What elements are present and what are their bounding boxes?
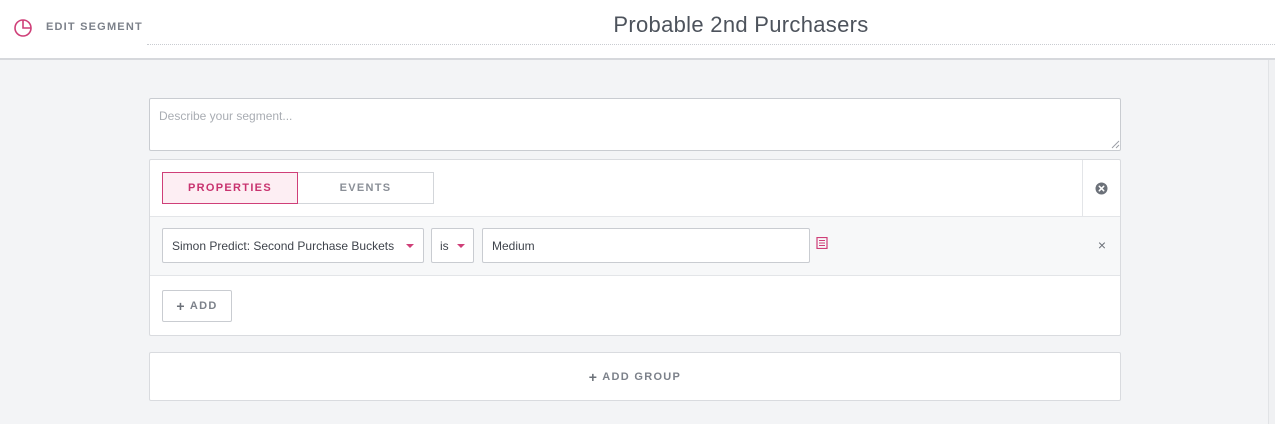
remove-group-button[interactable]: [1082, 160, 1120, 216]
condition-value-input[interactable]: [482, 228, 810, 263]
resize-handle-icon[interactable]: [1111, 140, 1120, 149]
remove-condition-icon[interactable]: ×: [1096, 238, 1108, 252]
add-group-label: ADD GROUP: [602, 370, 682, 383]
plus-icon: +: [588, 368, 599, 385]
chevron-down-icon: [457, 244, 465, 248]
plus-icon: +: [176, 298, 186, 314]
add-condition-label: ADD: [189, 300, 218, 312]
close-circle-icon: [1095, 182, 1108, 194]
group-tabs-row: PROPERTIES EVENTS: [150, 160, 1120, 217]
condition-row: Simon Predict: Second Purchase Buckets i…: [150, 217, 1120, 276]
pie-chart-icon: [13, 17, 33, 37]
operator-select[interactable]: is: [431, 228, 474, 263]
value-list-icon[interactable]: [816, 237, 828, 249]
segment-title-field[interactable]: Probable 2nd Purchasers: [147, 0, 1275, 45]
chevron-down-icon: [406, 244, 414, 248]
tab-events[interactable]: EVENTS: [298, 172, 434, 204]
page-header: EDIT SEGMENT Probable 2nd Purchasers: [0, 0, 1275, 60]
tab-properties[interactable]: PROPERTIES: [162, 172, 298, 204]
property-select-value: Simon Predict: Second Purchase Buckets: [172, 238, 395, 253]
segment-group-card: PROPERTIES EVENTS Simon Predict: Second …: [149, 159, 1121, 336]
segment-description-input[interactable]: [149, 98, 1121, 151]
add-group-button[interactable]: + ADD GROUP: [149, 352, 1121, 401]
operator-select-value: is: [440, 238, 449, 253]
property-select[interactable]: Simon Predict: Second Purchase Buckets: [162, 228, 424, 263]
segment-title[interactable]: Probable 2nd Purchasers: [147, 12, 1275, 38]
add-condition-button[interactable]: + ADD: [162, 290, 232, 322]
scrollbar[interactable]: [1268, 60, 1275, 424]
edit-segment-label-group: EDIT SEGMENT: [13, 17, 143, 37]
edit-segment-label: EDIT SEGMENT: [46, 21, 143, 33]
